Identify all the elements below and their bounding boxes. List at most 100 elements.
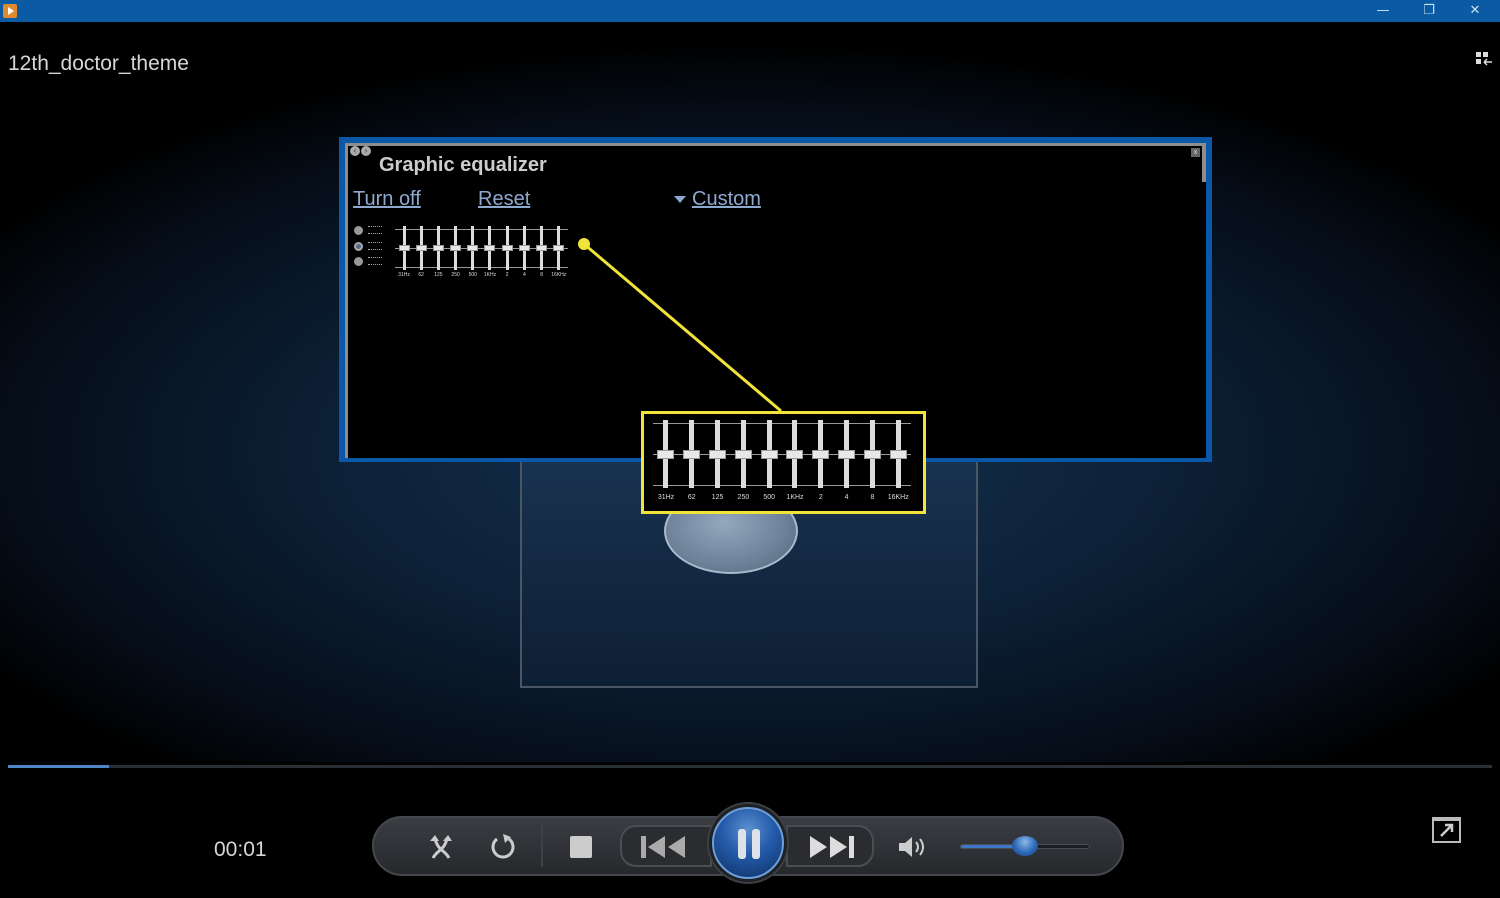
eq-slider-thumb[interactable] bbox=[760, 449, 778, 459]
eq-band-16khz[interactable]: 16KHz bbox=[549, 222, 568, 282]
eq-band-label: 500 bbox=[763, 494, 776, 501]
eq-band-label: 62 bbox=[687, 494, 696, 501]
eq-band-label: 125 bbox=[711, 494, 724, 501]
eq-band-2[interactable]: 2 bbox=[498, 222, 517, 282]
eq-band-31hz[interactable]: 31Hz bbox=[395, 222, 414, 282]
eq-band-250[interactable]: 250 bbox=[730, 414, 757, 511]
eq-band-500[interactable]: 500 bbox=[756, 414, 783, 511]
eq-slider-thumb[interactable] bbox=[812, 449, 830, 459]
eq-band-label: 4 bbox=[844, 494, 849, 501]
caret-down-icon bbox=[674, 196, 686, 203]
equalizer-title: Graphic equalizer bbox=[379, 154, 547, 176]
previous-enhancement-button[interactable]: ‹ bbox=[350, 146, 360, 156]
eq-band-label: 31Hz bbox=[398, 272, 410, 278]
eq-band-8[interactable]: 8 bbox=[859, 414, 886, 511]
previous-icon bbox=[641, 836, 685, 858]
eq-band-62[interactable]: 62 bbox=[678, 414, 705, 511]
eq-slider-thumb[interactable] bbox=[450, 245, 462, 251]
eq-slider-thumb[interactable] bbox=[432, 245, 444, 251]
previous-button[interactable] bbox=[620, 825, 712, 867]
eq-slider-thumb[interactable] bbox=[734, 449, 752, 459]
eq-band-125[interactable]: 125 bbox=[704, 414, 731, 511]
eq-slider-thumb[interactable] bbox=[501, 245, 513, 251]
window-titlebar: — ❐ ✕ bbox=[0, 0, 1500, 22]
eq-band-8[interactable]: 8 bbox=[532, 222, 551, 282]
turn-off-link[interactable]: Turn off bbox=[353, 188, 421, 211]
seek-progress bbox=[8, 765, 109, 768]
volume-icon bbox=[899, 837, 924, 857]
slider-mode-tight[interactable] bbox=[354, 257, 363, 266]
eq-band-label: 4 bbox=[523, 272, 526, 278]
eq-slider-thumb[interactable] bbox=[518, 245, 530, 251]
fullscreen-button[interactable] bbox=[1432, 817, 1461, 843]
eq-band-62[interactable]: 62 bbox=[412, 222, 431, 282]
eq-slider-thumb[interactable] bbox=[536, 245, 548, 251]
eq-slider-thumb[interactable] bbox=[657, 449, 675, 459]
eq-slider-thumb[interactable] bbox=[786, 449, 804, 459]
eq-slider-thumb[interactable] bbox=[553, 245, 565, 251]
eq-band-label: 1KHz bbox=[786, 494, 804, 501]
eq-band-label: 125 bbox=[434, 272, 443, 278]
eq-slider-thumb[interactable] bbox=[863, 449, 881, 459]
eq-slider-thumb[interactable] bbox=[484, 245, 496, 251]
stop-icon bbox=[570, 836, 592, 858]
eq-band-label: 62 bbox=[418, 272, 424, 278]
eq-band-label: 8 bbox=[870, 494, 875, 501]
eq-band-label: 16KHz bbox=[887, 494, 909, 501]
equalizer-close-button[interactable]: x bbox=[1191, 148, 1200, 157]
eq-band-125[interactable]: 125 bbox=[429, 222, 448, 282]
mute-button[interactable] bbox=[897, 832, 927, 862]
media-player-icon bbox=[3, 4, 17, 18]
slider-mode-loose[interactable] bbox=[354, 241, 363, 251]
switch-to-library-icon[interactable] bbox=[1476, 52, 1492, 66]
eq-band-label: 2 bbox=[505, 272, 509, 278]
enhancements-nav: ‹ › bbox=[350, 146, 371, 156]
eq-slider-thumb[interactable] bbox=[889, 449, 907, 459]
eq-band-1khz[interactable]: 1KHz bbox=[782, 414, 808, 511]
equalizer-sliders-callout: 31Hz 62 125 250 500 1KHz 2 4 8 16KHz bbox=[641, 411, 926, 514]
now-playing-title: 12th_doctor_theme bbox=[8, 52, 189, 75]
eq-band-4[interactable]: 4 bbox=[515, 222, 534, 282]
slider-mode-independent[interactable] bbox=[354, 226, 363, 235]
next-button[interactable] bbox=[786, 825, 874, 867]
eq-band-31hz[interactable]: 31Hz bbox=[653, 414, 679, 511]
eq-band-2[interactable]: 2 bbox=[807, 414, 834, 511]
eq-slider-thumb[interactable] bbox=[415, 245, 427, 251]
eq-band-label: 31Hz bbox=[657, 494, 675, 501]
next-icon bbox=[810, 836, 854, 858]
eq-slider-thumb[interactable] bbox=[683, 449, 701, 459]
eq-band-16khz[interactable]: 16KHz bbox=[885, 414, 912, 511]
preset-label[interactable]: Custom bbox=[692, 188, 761, 211]
seek-bar[interactable] bbox=[8, 765, 1492, 768]
minimize-button[interactable]: — bbox=[1360, 0, 1406, 22]
repeat-button[interactable] bbox=[488, 832, 518, 862]
eq-band-4[interactable]: 4 bbox=[833, 414, 860, 511]
eq-slider-thumb[interactable] bbox=[467, 245, 479, 251]
eq-slider-thumb[interactable] bbox=[838, 449, 856, 459]
eq-slider-thumb[interactable] bbox=[709, 449, 727, 459]
eq-band-1khz[interactable]: 1KHz bbox=[481, 222, 499, 282]
stop-button[interactable] bbox=[566, 832, 596, 862]
eq-band-label: 8 bbox=[540, 272, 543, 278]
eq-band-label: 16KHz bbox=[551, 272, 567, 278]
slider-mode-tight-icon bbox=[368, 257, 382, 265]
next-enhancement-button[interactable]: › bbox=[361, 146, 371, 156]
eq-band-500[interactable]: 500 bbox=[463, 222, 482, 282]
pause-button[interactable] bbox=[712, 807, 784, 879]
maximize-button[interactable]: ❐ bbox=[1406, 0, 1452, 22]
eq-band-250[interactable]: 250 bbox=[446, 222, 465, 282]
pause-icon-bar bbox=[752, 829, 760, 859]
preset-dropdown[interactable]: Custom bbox=[674, 188, 761, 211]
slider-mode-independent-icon bbox=[368, 226, 382, 234]
eq-band-label: 250 bbox=[737, 494, 750, 501]
volume-slider-thumb[interactable] bbox=[1012, 836, 1038, 856]
shuffle-button[interactable] bbox=[426, 832, 456, 862]
close-button[interactable]: ✕ bbox=[1452, 0, 1498, 22]
pause-icon bbox=[738, 829, 746, 859]
eq-band-label: 500 bbox=[468, 272, 477, 278]
controls-divider bbox=[541, 825, 543, 867]
eq-band-label: 250 bbox=[451, 272, 460, 278]
repeat-icon bbox=[491, 834, 515, 859]
reset-link[interactable]: Reset bbox=[478, 188, 530, 211]
eq-slider-thumb[interactable] bbox=[398, 245, 410, 251]
